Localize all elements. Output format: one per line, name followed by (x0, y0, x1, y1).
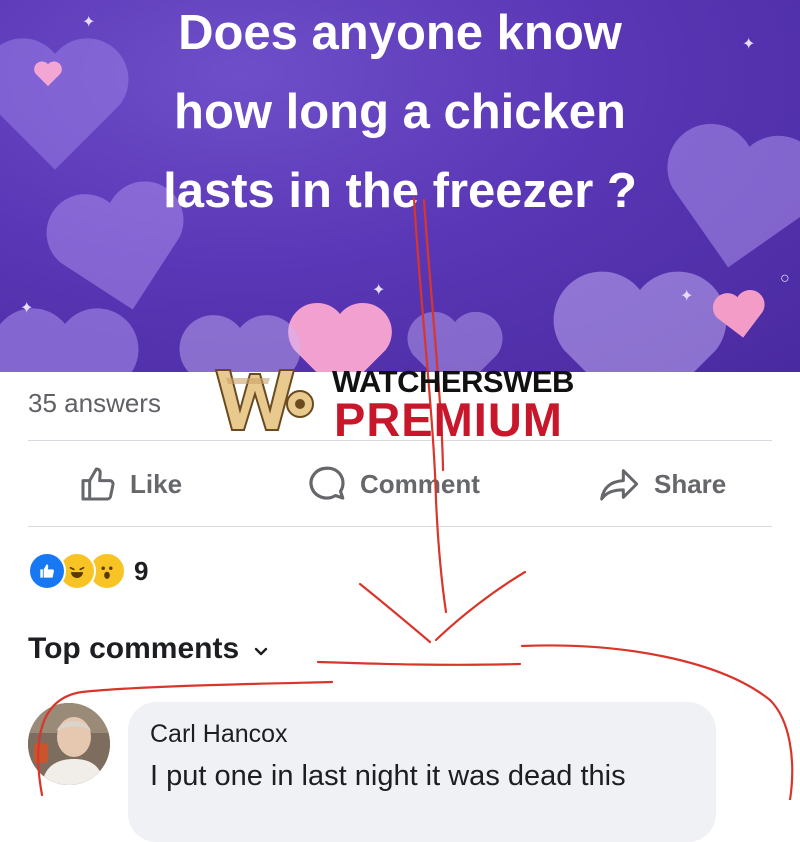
like-label: Like (130, 468, 183, 499)
thumbs-up-icon (78, 464, 118, 504)
comment-label: Comment (360, 468, 480, 499)
post-question: Does anyone know how long a chicken last… (0, 0, 800, 231)
sparkle-icon: ✦ (372, 282, 386, 299)
comment-text: I put one in last night it was dead this (150, 760, 626, 792)
question-line: lasts in the freezer ? (163, 164, 637, 218)
sparkle-icon: ✦ (680, 288, 694, 305)
question-line: Does anyone know (178, 6, 622, 60)
divider (28, 526, 772, 527)
share-label: Share (654, 468, 727, 499)
reactions-summary[interactable]: 9 (28, 552, 148, 590)
watermark-logo-icon (214, 369, 314, 431)
answers-count[interactable]: 35 answers (28, 388, 161, 419)
watermark: WATCHERSWEB PREMIUM (210, 360, 600, 450)
sparkle-icon: ○ (780, 270, 790, 287)
share-arrow-icon (598, 464, 642, 504)
like-reaction-icon (28, 552, 66, 590)
comment-author[interactable]: Carl Hancox (150, 720, 288, 749)
watermark-subtitle: PREMIUM (334, 393, 563, 446)
like-button[interactable]: Like (78, 462, 182, 506)
question-line: how long a chicken (174, 85, 626, 139)
share-button[interactable]: Share (598, 462, 726, 506)
sparkle-icon: ✦ (20, 300, 34, 317)
post-banner: ✦ ✦ ✦ ✦ ✦ ○ Does anyone know how long a … (0, 0, 800, 372)
commenter-avatar[interactable] (28, 703, 110, 785)
comment-sort-dropdown[interactable]: Top comments (28, 632, 269, 666)
comment-sort-label: Top comments (28, 632, 240, 665)
heart-decoration-icon (706, 281, 774, 349)
chevron-down-icon (253, 632, 269, 666)
comment-button[interactable]: Comment (306, 462, 480, 506)
comment-bubble-icon (306, 463, 348, 505)
reaction-count: 9 (134, 555, 149, 586)
